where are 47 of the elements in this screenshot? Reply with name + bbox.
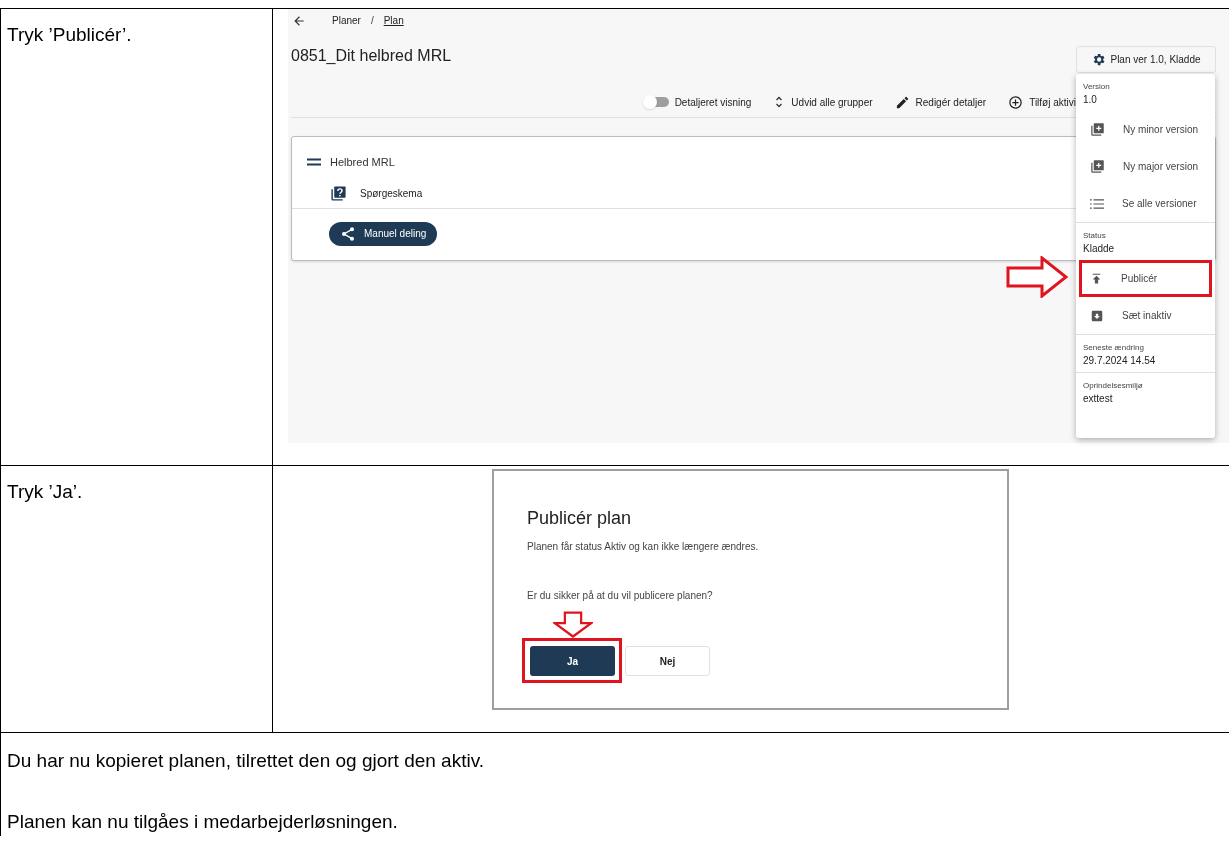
dialog-question: Er du sikker på at du vil publicere planen? [527,589,714,603]
upload-icon [1090,272,1103,285]
add-to-library-icon [1090,122,1105,137]
pencil-icon [894,94,910,110]
menu-section-value: 29.7.2024 14.54 [1083,354,1157,368]
menu-item[interactable]: Publicér [1076,260,1215,297]
toolbar-button[interactable]: Tilføj aktivi [1029,94,1076,110]
share-icon [340,225,356,242]
cancel-button[interactable]: Nej [625,646,710,676]
step-instruction: Tryk ’Publicér’. [7,23,133,47]
menu-item[interactable]: Ny minor version [1076,111,1215,148]
page-title: 0851_Dit helbred MRL [291,46,452,66]
group-title: Helbred MRL [330,155,395,170]
archive-icon [1090,308,1104,323]
menu-section-value: 1.0 [1083,93,1098,107]
questionnaire-icon [330,184,347,202]
plan-version-button[interactable]: Plan ver 1.0, Kladde [1076,46,1216,73]
dialog-title: Publicér plan [527,507,633,529]
toggle-switch[interactable] [644,97,669,107]
menu-item[interactable]: Sæt inaktiv [1076,297,1215,334]
conclusion-text: Du har nu kopieret planen, tilrettet den og gjort den aktiv. [7,749,486,773]
drag-handle-icon [307,158,321,167]
menu-item[interactable]: Se alle versioner [1076,185,1215,222]
conclusion-text: Planen kan nu tilgåes i medarbejderløsningen. [7,809,399,834]
toolbar-button[interactable]: Redigér detaljer [915,94,987,110]
menu-section-label: Seneste ændring [1083,342,1145,354]
activity-item[interactable]: Spørgeskema [360,185,423,201]
step-instruction: Tryk ’Ja’. [7,480,84,504]
list-icon [1090,197,1104,210]
menu-item[interactable]: Ny major version [1076,148,1215,185]
menu-section-label: Status [1083,230,1107,242]
menu-section-label: Version [1083,81,1111,93]
add-circle-icon [1008,94,1024,110]
menu-section-value: exttest [1083,392,1114,406]
add-to-library-icon [1090,159,1105,174]
breadcrumb-item[interactable]: Planer [332,13,361,28]
settings-icon [1091,52,1107,67]
menu-section-label: Oprindelsesmiljø [1083,380,1144,392]
toggle-label: Detaljeret visning [674,95,752,110]
breadcrumb-link[interactable]: Plan [383,13,404,28]
breadcrumb-separator: / [370,14,374,28]
share-button[interactable]: Manuel deling [329,221,438,246]
dialog-message: Planen får status Aktiv og kan ikke længere ændres. [527,540,760,554]
arrow-drawing [553,611,593,638]
confirm-button[interactable]: Ja [530,646,615,676]
menu-section-value: Kladde [1083,242,1116,256]
toolbar-button[interactable]: Udvid alle grupper [791,94,873,110]
